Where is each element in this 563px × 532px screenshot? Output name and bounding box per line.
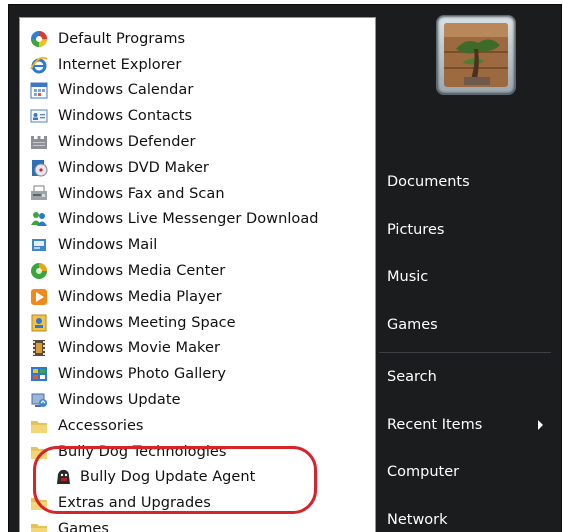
program-internet-explorer[interactable]: Internet Explorer (20, 52, 375, 78)
program-windows-calendar[interactable]: Windows Calendar (20, 78, 375, 104)
search-label: Search (387, 369, 437, 385)
program-label: Windows Media Center (58, 263, 226, 280)
default-programs-icon (29, 29, 49, 49)
menu-item-recent-items[interactable]: Recent Items (387, 405, 555, 445)
photo-gallery-icon (29, 364, 49, 384)
program-label: Bully Dog Update Agent (80, 469, 256, 486)
avatar (444, 23, 508, 87)
program-label: Windows DVD Maker (58, 159, 209, 176)
program-label: Windows Live Messenger Download (58, 211, 319, 228)
folder-extras-and-upgrades[interactable]: Extras and Upgrades (20, 490, 375, 516)
program-label: Windows Fax and Scan (58, 185, 225, 202)
mail-icon (29, 235, 49, 255)
program-windows-update[interactable]: Windows Update (20, 387, 375, 413)
program-windows-live-messenger-download[interactable]: Windows Live Messenger Download (20, 207, 375, 233)
menu-item-documents[interactable]: Documents (387, 162, 470, 202)
program-default-programs[interactable]: Default Programs (20, 26, 375, 52)
program-label: Windows Calendar (58, 82, 194, 99)
media-player-icon (29, 287, 49, 307)
meeting-space-icon (29, 313, 49, 333)
network-label: Network (387, 512, 448, 528)
pictures-label: Pictures (387, 222, 445, 238)
movie-maker-icon (29, 338, 49, 358)
program-windows-defender[interactable]: Windows Defender (20, 129, 375, 155)
program-windows-meeting-space[interactable]: Windows Meeting Space (20, 310, 375, 336)
documents-label: Documents (387, 174, 470, 190)
program-label: Windows Update (58, 392, 181, 409)
fax-scan-icon (29, 184, 49, 204)
windows-update-icon (29, 390, 49, 410)
program-label: Bully Dog Technologies (58, 443, 227, 460)
games-label: Games (387, 317, 438, 333)
dvd-maker-icon (29, 158, 49, 178)
program-label: Windows Media Player (58, 288, 222, 305)
program-label: Accessories (58, 417, 144, 434)
folder-games[interactable]: Games (20, 516, 375, 532)
program-label: Default Programs (58, 30, 186, 47)
recent-items-label: Recent Items (387, 417, 483, 433)
media-center-icon (29, 261, 49, 281)
program-label: Windows Defender (58, 134, 196, 151)
folder-accessories[interactable]: Accessories (20, 413, 375, 439)
program-windows-mail[interactable]: Windows Mail (20, 232, 375, 258)
program-label: Windows Movie Maker (58, 340, 220, 357)
menu-item-computer[interactable]: Computer (387, 452, 459, 492)
program-label: Windows Contacts (58, 108, 193, 125)
all-programs-pane: Default Programs Internet Explorer Windo… (19, 17, 376, 532)
menu-item-search[interactable]: Search (387, 357, 437, 397)
program-windows-contacts[interactable]: Windows Contacts (20, 103, 375, 129)
menu-item-network[interactable]: Network (387, 500, 448, 532)
menu-separator (379, 352, 551, 353)
bully-dog-agent-icon (53, 467, 73, 487)
program-label: Windows Photo Gallery (58, 366, 226, 383)
program-label: Windows Meeting Space (58, 314, 236, 331)
messenger-icon (29, 209, 49, 229)
program-label: Extras and Upgrades (58, 495, 211, 512)
folder-icon (29, 493, 49, 513)
folder-icon (29, 416, 49, 436)
folder-icon (29, 442, 49, 462)
folder-icon (29, 519, 49, 532)
user-picture[interactable] (436, 15, 516, 95)
menu-item-pictures[interactable]: Pictures (387, 210, 444, 250)
program-windows-media-player[interactable]: Windows Media Player (20, 284, 375, 310)
menu-item-games[interactable]: Games (387, 305, 438, 345)
program-label: Games (58, 521, 109, 532)
program-label: Internet Explorer (58, 56, 182, 73)
start-menu: Default Programs Internet Explorer Windo… (8, 4, 562, 532)
program-windows-dvd-maker[interactable]: Windows DVD Maker (20, 155, 375, 181)
program-bully-dog-update-agent[interactable]: Bully Dog Update Agent (20, 465, 375, 491)
calendar-icon (29, 80, 49, 100)
program-list: Default Programs Internet Explorer Windo… (20, 26, 375, 532)
right-pane: Documents Pictures Music Games Search Re… (379, 5, 561, 532)
contacts-icon (29, 106, 49, 126)
program-windows-fax-and-scan[interactable]: Windows Fax and Scan (20, 181, 375, 207)
music-label: Music (387, 269, 429, 285)
program-windows-movie-maker[interactable]: Windows Movie Maker (20, 336, 375, 362)
program-label: Windows Mail (58, 237, 158, 254)
program-windows-photo-gallery[interactable]: Windows Photo Gallery (20, 361, 375, 387)
program-windows-media-center[interactable]: Windows Media Center (20, 258, 375, 284)
submenu-arrow-icon (538, 420, 543, 430)
menu-item-music[interactable]: Music (387, 257, 428, 297)
computer-label: Computer (387, 464, 460, 480)
internet-explorer-icon (29, 55, 49, 75)
defender-icon (29, 132, 49, 152)
folder-bully-dog-technologies[interactable]: Bully Dog Technologies (20, 439, 375, 465)
